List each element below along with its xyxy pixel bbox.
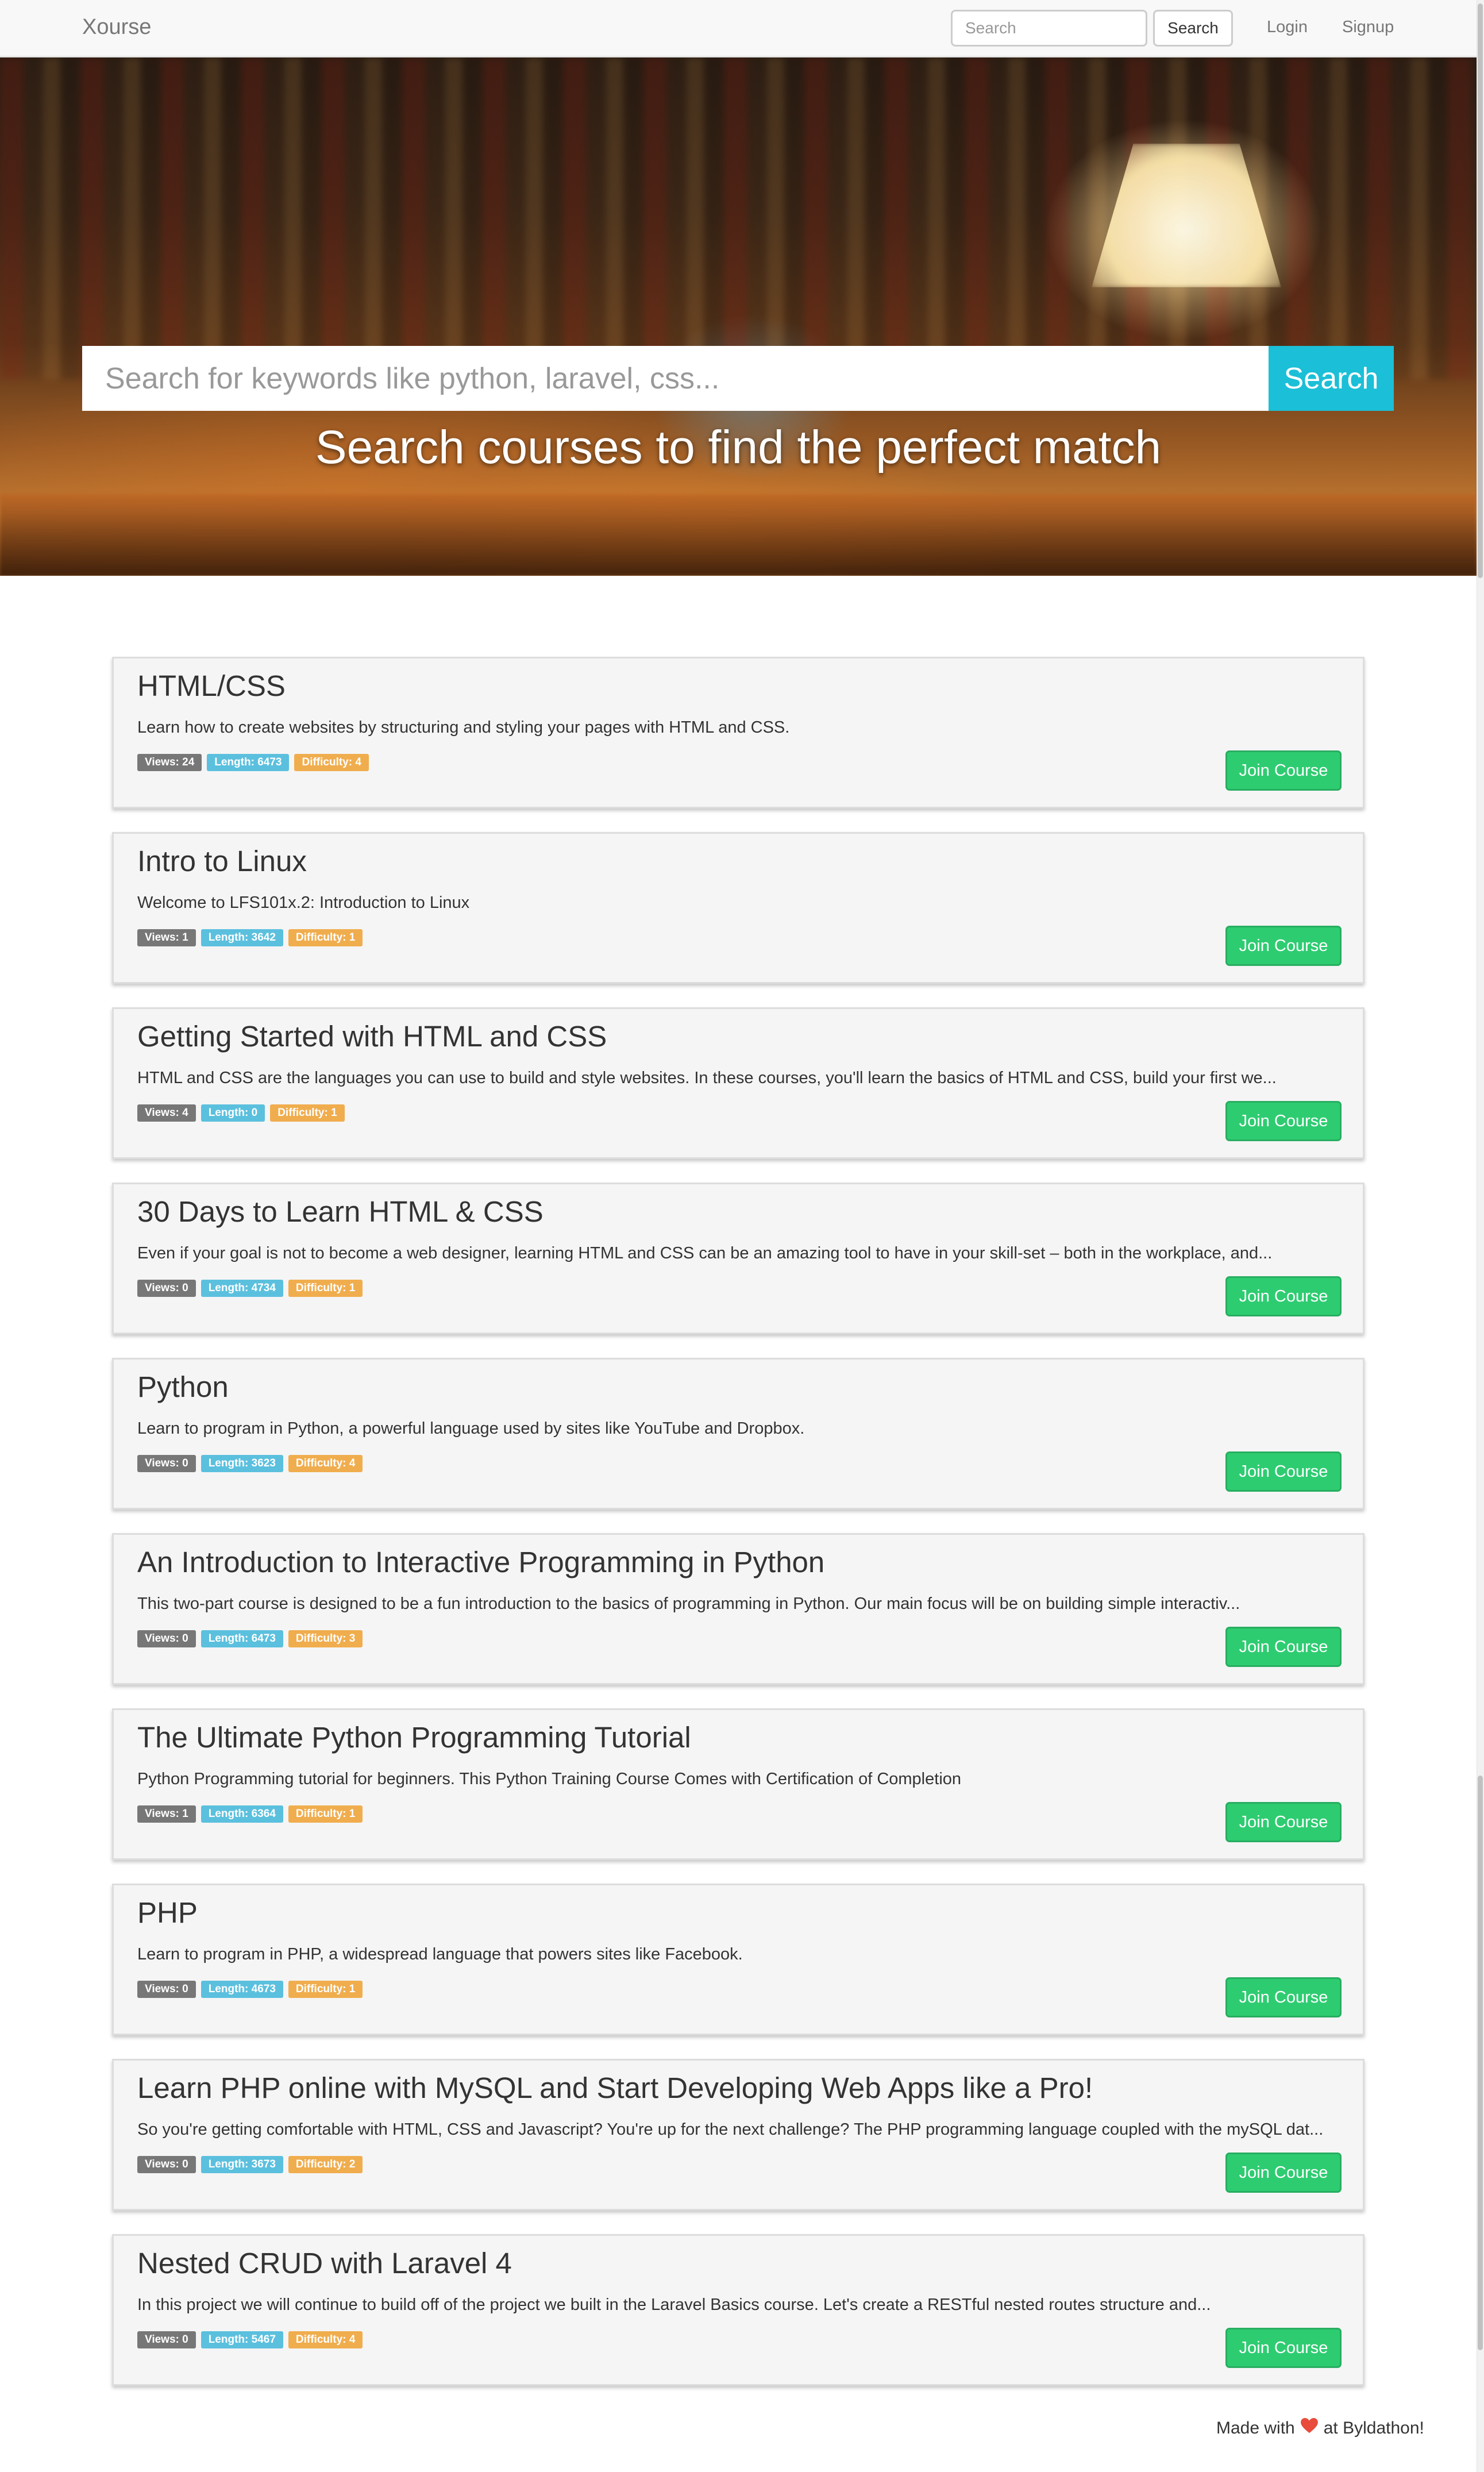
course-badges: Views: 0 Length: 3623 Difficulty: 4 [137, 1455, 363, 1472]
course-description: Python Programming tutorial for beginner… [137, 1770, 962, 1788]
join-course-button[interactable]: Join Course [1225, 1977, 1342, 2017]
hero-search-input[interactable] [82, 346, 1269, 411]
course-card: PHP Learn to program in PHP, a widespread… [112, 1884, 1364, 2035]
join-course-button[interactable]: Join Course [1225, 1276, 1342, 1316]
join-course-button[interactable]: Join Course [1225, 2153, 1342, 2193]
course-description: In this project we will continue to buil… [137, 2296, 1211, 2314]
views-badge: Views: 0 [137, 2156, 196, 2173]
views-badge: Views: 0 [137, 1981, 196, 1998]
course-badges: Views: 0 Length: 5467 Difficulty: 4 [137, 2331, 363, 2348]
views-badge: Views: 0 [137, 2331, 196, 2348]
course-description: So you're getting comfortable with HTML,… [137, 2120, 1324, 2139]
course-badges: Views: 1 Length: 6364 Difficulty: 1 [137, 1805, 363, 1823]
course-card: An Introduction to Interactive Programmi… [112, 1533, 1364, 1685]
scrollbar-thumb[interactable] [1478, 3, 1483, 578]
course-title: 30 Days to Learn HTML & CSS [137, 1195, 544, 1228]
course-title: The Ultimate Python Programming Tutorial [137, 1721, 691, 1754]
join-course-button[interactable]: Join Course [1225, 1451, 1342, 1492]
difficulty-badge: Difficulty: 1 [288, 1981, 363, 1998]
course-description: Welcome to LFS101x.2: Introduction to Li… [137, 894, 470, 912]
hero-search-button[interactable]: Search [1269, 346, 1394, 411]
length-badge: Length: 3642 [201, 929, 283, 946]
views-badge: Views: 0 [137, 1630, 196, 1647]
join-course-button[interactable]: Join Course [1225, 2328, 1342, 2368]
length-badge: Length: 3673 [201, 2156, 283, 2173]
course-title: Getting Started with HTML and CSS [137, 1020, 607, 1053]
length-badge: Length: 6473 [207, 754, 290, 771]
nav-search-input[interactable] [951, 10, 1147, 47]
signup-link[interactable]: Signup [1342, 18, 1394, 37]
course-badges: Views: 0 Length: 3673 Difficulty: 2 [137, 2156, 363, 2173]
nav-search-button[interactable]: Search [1153, 10, 1233, 47]
hero-title: Search courses to find the perfect match [315, 421, 1162, 473]
course-description: Learn to program in Python, a powerful l… [137, 1419, 805, 1438]
difficulty-badge: Difficulty: 1 [288, 1805, 363, 1823]
course-card: Python Learn to program in Python, a powe… [112, 1358, 1364, 1510]
desk-background [0, 494, 1477, 576]
course-card: Nested CRUD with Laravel 4 In this projec… [112, 2234, 1364, 2386]
navbar: Xourse Search Login Signup [0, 0, 1478, 57]
difficulty-badge: Difficulty: 2 [288, 2156, 363, 2173]
length-badge: Length: 5467 [201, 2331, 283, 2348]
length-badge: Length: 6473 [201, 1630, 283, 1647]
views-badge: Views: 0 [137, 1455, 196, 1472]
difficulty-badge: Difficulty: 4 [288, 1455, 363, 1472]
length-badge: Length: 4673 [201, 1981, 283, 1998]
course-list: HTML/CSS Learn how to create websites by … [112, 657, 1364, 2409]
course-description: This two-part course is designed to be a… [137, 1595, 1240, 1613]
course-card: 30 Days to Learn HTML & CSS Even if your … [112, 1183, 1364, 1334]
views-badge: Views: 0 [137, 1280, 196, 1297]
footer: Made with at Byldathon! [1216, 2418, 1424, 2438]
views-badge: Views: 24 [137, 754, 202, 771]
difficulty-badge: Difficulty: 4 [294, 754, 369, 771]
course-card: HTML/CSS Learn how to create websites by … [112, 657, 1364, 808]
scrollbar-thumb-lower[interactable] [1478, 1776, 1483, 2350]
course-badges: Views: 1 Length: 3642 Difficulty: 1 [137, 929, 363, 946]
course-title: Nested CRUD with Laravel 4 [137, 2247, 512, 2280]
difficulty-badge: Difficulty: 3 [288, 1630, 363, 1647]
join-course-button[interactable]: Join Course [1225, 1101, 1342, 1141]
course-card: Getting Started with HTML and CSS HTML an… [112, 1007, 1364, 1159]
views-badge: Views: 1 [137, 929, 196, 946]
footer-made-with: Made with [1216, 2418, 1295, 2438]
course-description: Learn how to create websites by structur… [137, 718, 790, 737]
course-card: Learn PHP online with MySQL and Start De… [112, 2059, 1364, 2211]
course-title: An Introduction to Interactive Programmi… [137, 1546, 825, 1578]
heart-icon [1300, 2418, 1318, 2438]
difficulty-badge: Difficulty: 1 [288, 1280, 363, 1297]
brand-logo[interactable]: Xourse [82, 15, 151, 40]
course-title: Intro to Linux [137, 845, 307, 877]
footer-byldathon: at Byldathon! [1323, 2418, 1424, 2438]
views-badge: Views: 4 [137, 1104, 196, 1122]
join-course-button[interactable]: Join Course [1225, 1802, 1342, 1842]
difficulty-badge: Difficulty: 1 [270, 1104, 345, 1122]
course-description: Even if your goal is not to become a web… [137, 1244, 1273, 1262]
course-description: HTML and CSS are the languages you can u… [137, 1069, 1277, 1087]
course-card: Intro to Linux Welcome to LFS101x.2: Intr… [112, 832, 1364, 984]
course-description: Learn to program in PHP, a widespread la… [137, 1945, 743, 1963]
course-badges: Views: 0 Length: 4673 Difficulty: 1 [137, 1981, 363, 1998]
difficulty-badge: Difficulty: 1 [288, 929, 363, 946]
length-badge: Length: 6364 [201, 1805, 283, 1823]
course-title: HTML/CSS [137, 669, 286, 702]
course-badges: Views: 4 Length: 0 Difficulty: 1 [137, 1104, 345, 1122]
length-badge: Length: 4734 [201, 1280, 283, 1297]
course-badges: Views: 0 Length: 4734 Difficulty: 1 [137, 1280, 363, 1297]
course-title: Learn PHP online with MySQL and Start De… [137, 2071, 1093, 2104]
course-title: Python [137, 1370, 229, 1403]
views-badge: Views: 1 [137, 1805, 196, 1823]
course-title: PHP [137, 1896, 198, 1929]
course-badges: Views: 24 Length: 6473 Difficulty: 4 [137, 754, 369, 771]
course-card: The Ultimate Python Programming Tutorial… [112, 1708, 1364, 1860]
join-course-button[interactable]: Join Course [1225, 926, 1342, 966]
join-course-button[interactable]: Join Course [1225, 750, 1342, 791]
join-course-button[interactable]: Join Course [1225, 1627, 1342, 1667]
course-badges: Views: 0 Length: 6473 Difficulty: 3 [137, 1630, 363, 1647]
length-badge: Length: 3623 [201, 1455, 283, 1472]
login-link[interactable]: Login [1267, 18, 1308, 37]
length-badge: Length: 0 [201, 1104, 265, 1122]
hero-banner: Search Search courses to find the perfec… [0, 57, 1477, 576]
difficulty-badge: Difficulty: 4 [288, 2331, 363, 2348]
